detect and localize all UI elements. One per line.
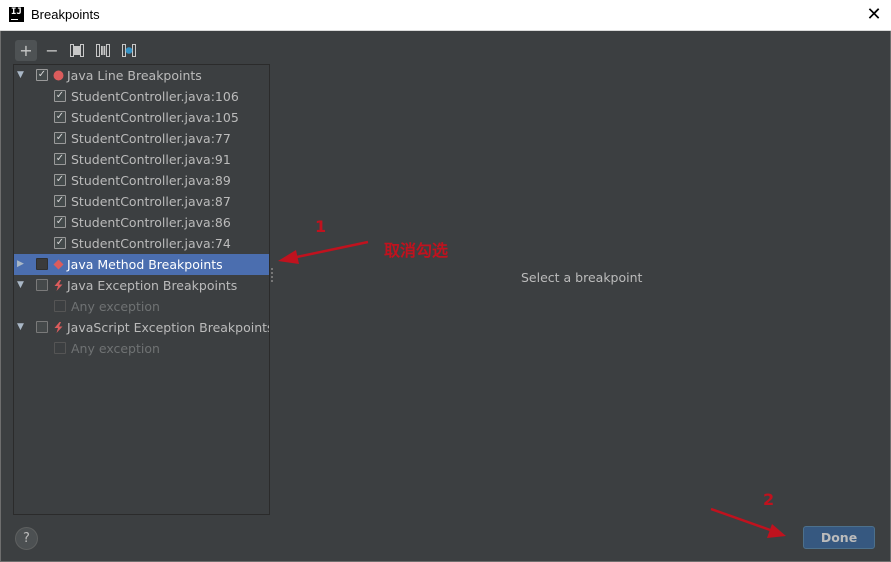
annotation-step-2-number: 2 <box>763 490 775 509</box>
done-button[interactable]: Done <box>803 526 875 549</box>
annotation-arrow-1 <box>278 240 369 264</box>
annotation-arrows <box>278 240 786 538</box>
annotation-step-1-text: 取消勾选 <box>384 241 449 260</box>
help-button[interactable]: ? <box>15 527 38 550</box>
annotation-arrow-2 <box>710 507 786 538</box>
annotation-step-1-number: 1 <box>315 217 327 236</box>
